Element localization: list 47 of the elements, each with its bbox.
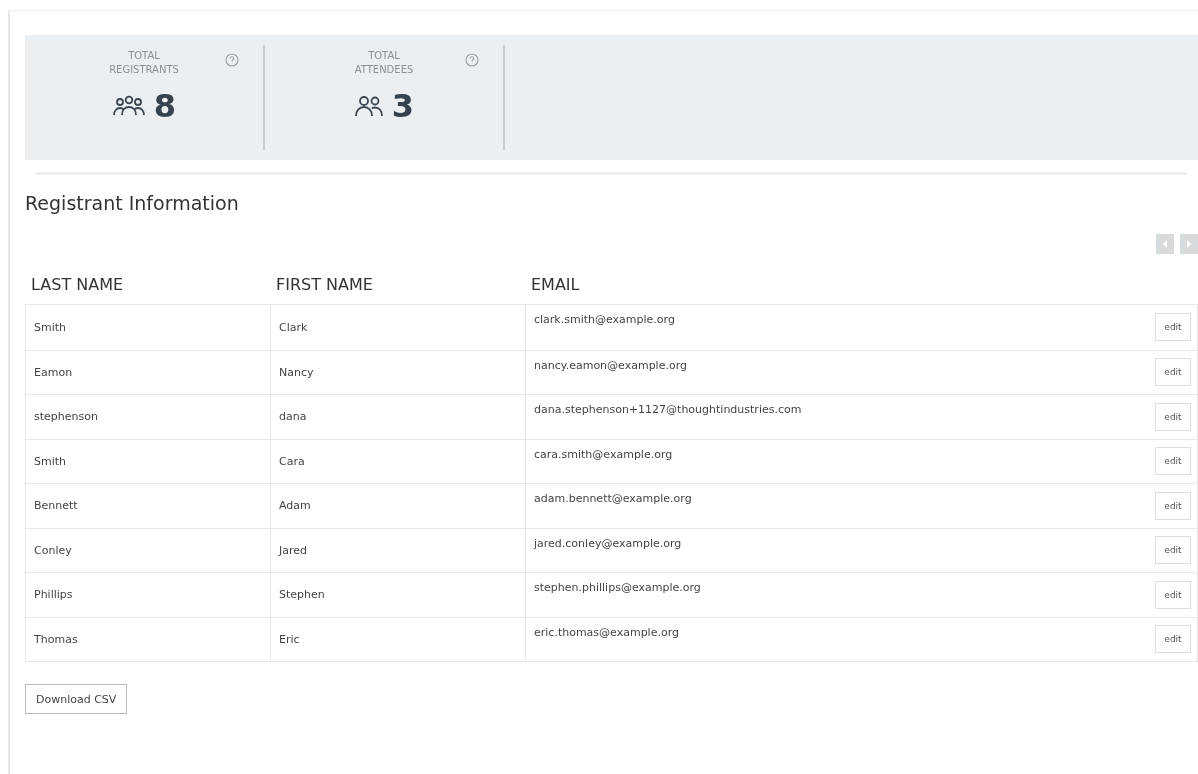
table-cell: Cara — [271, 439, 526, 483]
table-cell: Jared — [271, 528, 526, 572]
table-cell-text: cara.smith@example.org — [533, 446, 674, 463]
table-cell: Conley — [26, 528, 271, 572]
stat-value: 3 — [391, 87, 415, 125]
column-header: EMAIL — [530, 274, 580, 294]
table-cell-text: adam.bennett@example.org — [533, 491, 693, 507]
table-cell-text: nancy.eamon@example.org — [533, 357, 688, 374]
table-cell: dana — [271, 395, 526, 439]
help-icon[interactable] — [465, 53, 479, 67]
table-cell: Thomas — [26, 617, 271, 661]
table-cell-text: clark.smith@example.org — [533, 312, 676, 328]
table-cell-text: eric.thomas@example.org — [533, 624, 680, 641]
caret-left-icon — [1162, 240, 1168, 248]
help-icon[interactable] — [225, 53, 239, 67]
table-cell: Smith — [26, 439, 271, 483]
table-cell: Phillips — [26, 573, 271, 617]
table-cell: Eric — [271, 617, 526, 661]
table-cell: Eamon — [26, 350, 271, 394]
table-cell: Smith — [26, 305, 271, 350]
table-cell: Clark — [271, 305, 526, 350]
stat-label: TOTAL REGISTRANTS — [108, 49, 180, 77]
stat-label: TOTAL ATTENDEES — [353, 49, 415, 77]
table-cell-text: jared.conley@example.org — [533, 535, 683, 552]
people-icon — [111, 94, 146, 118]
table-cell: Nancy — [271, 350, 526, 394]
column-header: LAST NAME — [30, 274, 125, 294]
edit-button[interactable]: edit — [1155, 625, 1191, 654]
table-cell: stephenson — [26, 395, 271, 439]
table-cell: Adam — [271, 484, 526, 528]
caret-right-icon — [1186, 240, 1192, 248]
stat-value: 8 — [153, 87, 177, 125]
table-cell-text: stephen.phillips@example.org — [533, 580, 702, 596]
column-header: FIRST NAME — [275, 274, 374, 294]
edit-button[interactable]: edit — [1155, 536, 1191, 565]
edit-button[interactable]: edit — [1155, 447, 1191, 476]
table-cell: Stephen — [271, 573, 526, 617]
edit-button[interactable]: edit — [1155, 402, 1191, 431]
edit-button[interactable]: edit — [1155, 580, 1191, 609]
table-cell-text: dana.stephenson+1127@thoughtindustries.com — [533, 402, 803, 418]
section-title: Registrant Information — [25, 192, 240, 214]
table-cell: Bennett — [26, 484, 271, 528]
download-csv-button[interactable]: Download CSV — [25, 684, 128, 714]
edit-button[interactable]: edit — [1155, 313, 1191, 342]
people-icon — [353, 94, 384, 118]
edit-button[interactable]: edit — [1155, 491, 1191, 520]
edit-button[interactable]: edit — [1155, 358, 1191, 387]
